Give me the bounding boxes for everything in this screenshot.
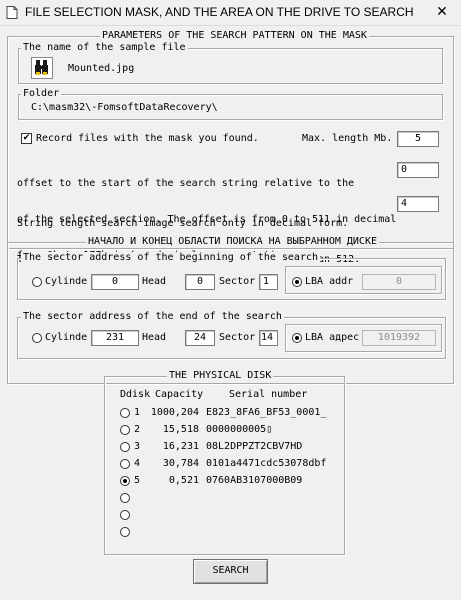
begin-lba-radio[interactable]: [292, 277, 302, 287]
disk-radio[interactable]: [120, 493, 130, 503]
offset-input[interactable]: 0: [397, 162, 439, 178]
disk-capacity: 15,518: [162, 424, 199, 435]
end-chs-radio[interactable]: [32, 333, 42, 343]
disk-radio[interactable]: [120, 442, 130, 452]
end-cylinder-label: Cylinde: [45, 332, 88, 343]
offset-line-1: offset to the start of the search string…: [17, 178, 355, 189]
end-lba-radio[interactable]: [292, 333, 302, 343]
disk-number: 3: [134, 441, 141, 452]
document-icon: [6, 6, 18, 19]
folder-label: Folder: [21, 88, 62, 100]
folder-path: C:\masm32\-FomsoftDataRecovery\: [31, 102, 218, 113]
begin-sector-label: Sector: [219, 276, 256, 287]
sample-file-label: The name of the sample file: [21, 42, 188, 54]
begin-cylinder-input[interactable]: 0: [91, 274, 139, 290]
disk-number: 2: [134, 424, 141, 435]
close-icon: ✕: [436, 4, 448, 20]
begin-cylinder-label: Cylinde: [45, 276, 88, 287]
disk-serial: 08L2DPPZT2CBV7HD: [206, 441, 303, 452]
search-area-group-title: НАЧАЛО И КОНЕЦ ОБЛАСТИ ПОИСКА НА ВЫБРАНН…: [86, 236, 379, 248]
end-lba-label: LBA адрес: [305, 332, 360, 343]
disk-serial: E823_8FA6_BF53_0001_: [206, 407, 327, 418]
window-title: FILE SELECTION MASK, AND THE AREA ON THE…: [25, 5, 414, 19]
capacity-column-header: Capacity: [155, 389, 204, 400]
disk-capacity: 0,521: [168, 475, 199, 486]
params-group-title: PARAMETERS OF THE SEARCH PATTERN ON THE …: [100, 30, 369, 42]
record-files-label: Record files with the mask you found.: [36, 133, 259, 144]
max-length-label: Max. length Mb.: [302, 133, 393, 144]
disk-radio[interactable]: [120, 408, 130, 418]
sample-file-name: Mounted.jpg: [68, 63, 135, 74]
disk-serial: 0101a4471cdc53078dbf: [206, 458, 327, 469]
dialog-client: PARAMETERS OF THE SEARCH PATTERN ON THE …: [0, 26, 461, 600]
begin-lba-label: LBA addr: [305, 276, 354, 287]
begin-lba-input[interactable]: 0: [362, 274, 436, 290]
disk-capacity: 1000,204: [150, 407, 199, 418]
begin-head-label: Head: [142, 276, 167, 287]
checkmark-icon: ✔: [22, 133, 31, 143]
string-length-input[interactable]: 4: [397, 196, 439, 212]
disk-radio[interactable]: [120, 425, 130, 435]
string-length-line-1: String length search image search only i…: [17, 218, 349, 229]
begin-head-input[interactable]: 0: [185, 274, 215, 290]
record-files-checkbox[interactable]: ✔: [21, 133, 32, 144]
disk-radio[interactable]: [120, 459, 130, 469]
disk-capacity: 16,231: [162, 441, 199, 452]
disk-capacity: 30,784: [162, 458, 199, 469]
disk-radio[interactable]: [120, 476, 130, 486]
title-bar: FILE SELECTION MASK, AND THE AREA ON THE…: [0, 0, 461, 26]
disk-column-header: Ddisk: [120, 389, 151, 400]
binoculars-icon: [35, 60, 48, 75]
end-lba-input[interactable]: 1019392: [362, 330, 436, 346]
end-sector-label: Sector: [219, 332, 256, 343]
disk-number: 4: [134, 458, 141, 469]
search-button[interactable]: SEARCH: [193, 559, 268, 584]
sample-file-icon-box[interactable]: [31, 57, 53, 79]
begin-address-title: The sector address of the beginning of t…: [21, 252, 321, 264]
disk-serial: 0760AB3107000B09: [206, 475, 303, 486]
disk-number: 5: [134, 475, 141, 486]
end-head-label: Head: [142, 332, 167, 343]
disk-radio[interactable]: [120, 527, 130, 537]
end-address-title: The sector address of the end of the sea…: [21, 311, 284, 323]
close-button[interactable]: ✕: [423, 0, 461, 26]
begin-chs-radio[interactable]: [32, 277, 42, 287]
disk-number: 1: [134, 407, 141, 418]
physical-disk-title: THE PHYSICAL DISK: [167, 370, 274, 382]
end-sector-input[interactable]: 14: [259, 330, 278, 346]
end-cylinder-input[interactable]: 231: [91, 330, 139, 346]
end-head-input[interactable]: 24: [185, 330, 215, 346]
disk-radio[interactable]: [120, 510, 130, 520]
max-length-input[interactable]: 5: [397, 131, 439, 147]
begin-sector-input[interactable]: 1: [259, 274, 278, 290]
serial-column-header: Serial number: [229, 389, 308, 400]
disk-serial: 0000000005▯: [206, 424, 273, 435]
